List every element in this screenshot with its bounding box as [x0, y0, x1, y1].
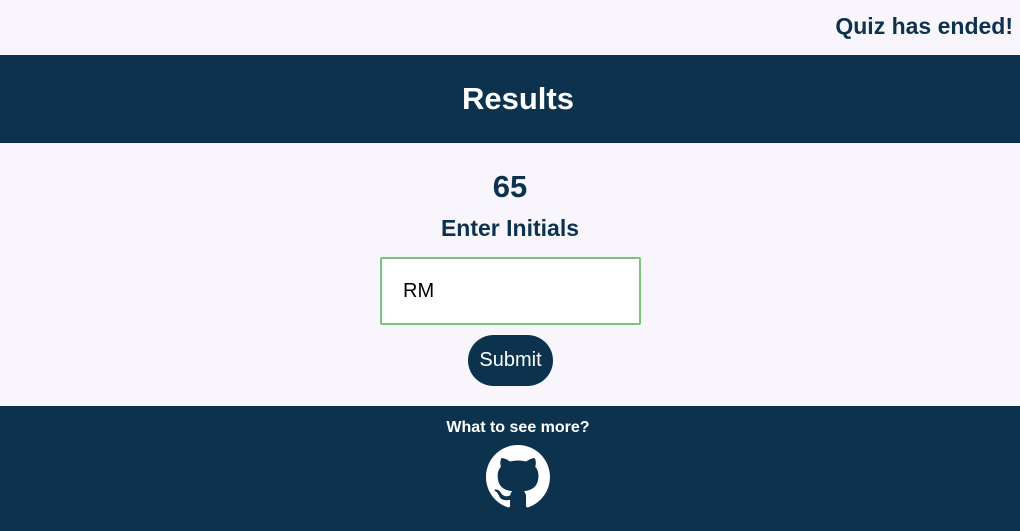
page-title: Results — [462, 81, 574, 116]
initials-prompt: Enter Initials — [440, 215, 580, 241]
timer-status: Quiz has ended! — [835, 13, 1013, 39]
github-link[interactable] — [486, 445, 550, 509]
top-bar: Quiz has ended! — [0, 0, 1020, 55]
results-section: 65 Enter Initials Submit — [0, 143, 1020, 406]
footer-text: What to see more? — [446, 419, 590, 436]
page-header: Results — [0, 55, 1020, 143]
github-icon — [486, 445, 550, 508]
page-footer: What to see more? — [0, 406, 1020, 531]
initials-input[interactable] — [380, 257, 641, 325]
submit-button[interactable]: Submit — [468, 335, 553, 386]
final-score: 65 — [492, 169, 528, 204]
